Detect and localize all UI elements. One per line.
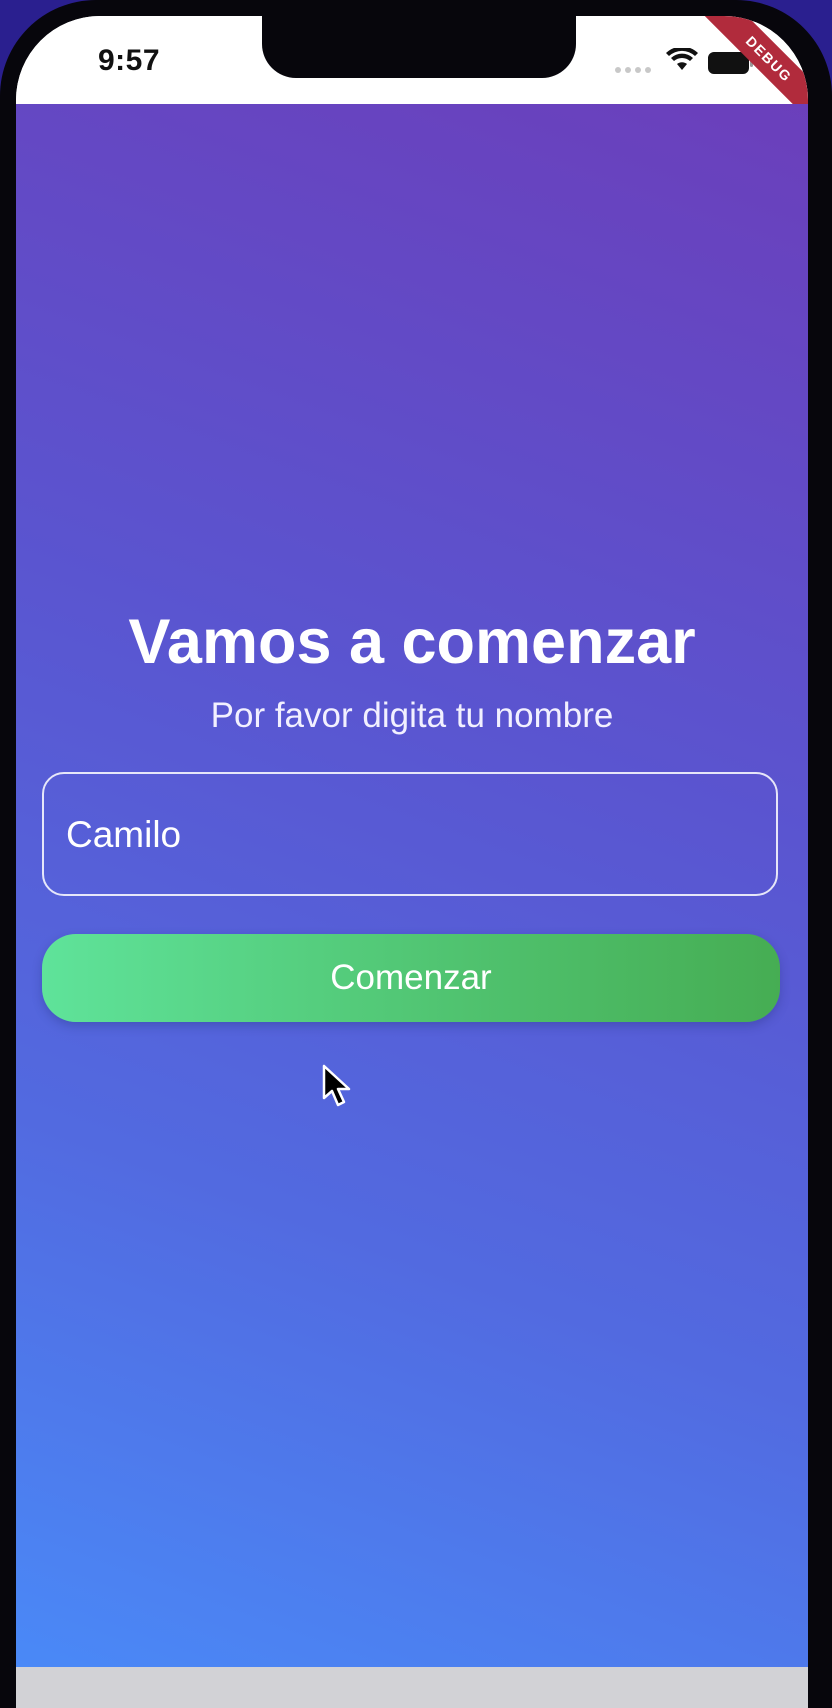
status-bar: 9:57 DEBUG (16, 16, 808, 130)
wifi-icon (666, 48, 698, 70)
signal-dots-icon (615, 67, 651, 73)
page-title: Vamos a comenzar (128, 607, 696, 677)
camera-notch (262, 16, 576, 78)
phone-frame: 9:57 DEBUG Vamos a comenzar Por favor di… (0, 0, 832, 1708)
phone-screen: 9:57 DEBUG Vamos a comenzar Por favor di… (16, 16, 808, 1708)
start-button[interactable]: Comenzar (42, 934, 780, 1022)
mouse-pointer-icon (322, 1064, 351, 1107)
bottom-bar (16, 1667, 808, 1708)
status-time: 9:57 (98, 44, 161, 77)
name-input[interactable] (64, 774, 758, 896)
name-field-container (42, 772, 778, 896)
welcome-form: Vamos a comenzar Por favor digita tu nom… (42, 606, 782, 1022)
page-subtitle: Por favor digita tu nombre (210, 696, 614, 735)
